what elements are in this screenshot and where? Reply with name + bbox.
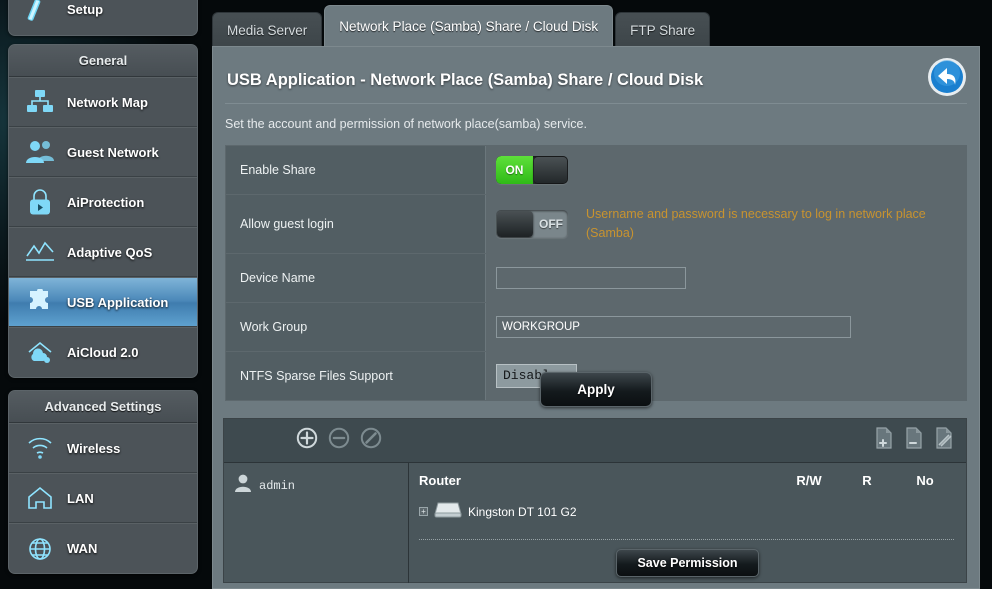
sidebar-block-advanced: Advanced Settings Wireless LAN WAN bbox=[8, 390, 198, 574]
sidebar-block-general: General Network Map Guest Network AiProt… bbox=[8, 44, 198, 378]
list-item[interactable]: admin bbox=[234, 473, 408, 498]
wand-icon bbox=[21, 0, 59, 27]
label-device-name: Device Name bbox=[226, 253, 486, 302]
file-add-icon[interactable] bbox=[874, 427, 894, 454]
sidebar-item-label: Adaptive QoS bbox=[67, 244, 153, 260]
apply-row: Apply bbox=[225, 372, 967, 407]
enable-share-toggle[interactable]: ON bbox=[496, 156, 568, 184]
form-row-work-group: Work Group bbox=[226, 302, 966, 352]
sidebar-item-lan[interactable]: LAN bbox=[9, 473, 197, 523]
column-header-r: R bbox=[862, 473, 872, 488]
sidebar-item-label: Network Map bbox=[67, 94, 148, 110]
app-root: Setup General Network Map Guest Network … bbox=[0, 0, 992, 589]
tab-media-server[interactable]: Media Server bbox=[212, 12, 323, 48]
sidebar-item-guest-network[interactable]: Guest Network bbox=[9, 127, 197, 177]
globe-icon bbox=[21, 532, 59, 566]
sidebar-header-general: General bbox=[9, 45, 197, 77]
expand-toggle[interactable]: + bbox=[419, 507, 428, 516]
page-subtitle: Set the account and permission of networ… bbox=[225, 117, 587, 131]
work-group-input[interactable] bbox=[496, 315, 851, 338]
pencil-circle-icon[interactable] bbox=[360, 427, 382, 454]
puzzle-piece-icon bbox=[21, 285, 59, 319]
form-row-allow-guest-login: Allow guest login OFF Username and passw… bbox=[226, 195, 966, 254]
user-avatar-icon bbox=[234, 473, 252, 498]
plus-circle-icon[interactable] bbox=[296, 427, 318, 454]
save-permission-row: Save Permission bbox=[409, 549, 966, 577]
sidebar-item-label: Wireless bbox=[67, 440, 121, 456]
tab-network-place-samba[interactable]: Network Place (Samba) Share / Cloud Disk bbox=[324, 5, 614, 48]
usb-disk-icon bbox=[434, 500, 462, 523]
form-row-enable-share: Enable Share ON bbox=[226, 146, 966, 195]
sidebar-item-aiprotection[interactable]: AiProtection bbox=[9, 177, 197, 227]
tab-bar: Media Server Network Place (Samba) Share… bbox=[212, 5, 712, 48]
page-title: USB Application - Network Place (Samba) … bbox=[227, 71, 704, 89]
wifi-icon bbox=[21, 431, 59, 465]
form-row-device-name: Device Name bbox=[226, 253, 966, 303]
guest-login-hint: Username and password is necessary to lo… bbox=[586, 207, 926, 240]
file-edit-icon[interactable] bbox=[934, 427, 954, 454]
sidebar: Setup General Network Map Guest Network … bbox=[0, 0, 210, 589]
sidebar-item-network-map[interactable]: Network Map bbox=[9, 77, 197, 127]
permission-panel: admin Router R/W R No + Kingston DT 101 … bbox=[223, 418, 967, 583]
sidebar-item-wan[interactable]: WAN bbox=[9, 523, 197, 573]
column-header-rw: R/W bbox=[796, 473, 822, 488]
title-divider bbox=[225, 103, 967, 104]
chart-qos-icon bbox=[21, 235, 59, 269]
sidebar-item-label: WAN bbox=[67, 541, 98, 556]
tab-ftp-share[interactable]: FTP Share bbox=[615, 12, 711, 48]
permission-toolbar bbox=[224, 419, 966, 463]
label-allow-guest-login: Allow guest login bbox=[226, 195, 486, 253]
sidebar-item-label: AiProtection bbox=[67, 194, 145, 210]
divider bbox=[419, 539, 954, 540]
sidebar-item-setup[interactable]: Setup bbox=[9, 0, 197, 35]
sidebar-block-setup: Setup bbox=[8, 0, 198, 36]
cloud-house-icon bbox=[21, 336, 59, 370]
minus-circle-icon[interactable] bbox=[328, 427, 350, 454]
label-work-group: Work Group bbox=[226, 302, 486, 351]
value-enable-share: ON bbox=[486, 146, 966, 194]
user-toolbar bbox=[296, 427, 382, 454]
toggle-knob bbox=[533, 157, 567, 183]
network-map-icon bbox=[21, 85, 59, 119]
guest-network-icon bbox=[21, 135, 59, 169]
user-name: admin bbox=[259, 478, 296, 493]
permission-table-header: Router R/W R No bbox=[419, 473, 954, 488]
sidebar-header-advanced: Advanced Settings bbox=[9, 391, 197, 423]
label-enable-share: Enable Share bbox=[226, 146, 486, 194]
save-permission-button[interactable]: Save Permission bbox=[616, 549, 759, 577]
toggle-knob bbox=[497, 210, 533, 237]
value-device-name bbox=[486, 253, 966, 302]
home-icon bbox=[21, 481, 59, 515]
value-allow-guest-login: OFF Username and password is necessary t… bbox=[486, 195, 966, 253]
sidebar-item-wireless[interactable]: Wireless bbox=[9, 423, 197, 473]
device-name-input[interactable] bbox=[496, 266, 686, 289]
user-list: admin bbox=[224, 463, 409, 583]
toggle-on-label: ON bbox=[496, 156, 533, 184]
allow-guest-login-toggle[interactable]: OFF bbox=[496, 209, 568, 238]
column-header-no: No bbox=[916, 473, 934, 488]
value-work-group bbox=[486, 302, 966, 351]
sidebar-item-label: Setup bbox=[67, 2, 104, 17]
file-permission-list: Router R/W R No + Kingston DT 101 G2 Sav… bbox=[409, 463, 966, 583]
table-row[interactable]: + Kingston DT 101 G2 bbox=[419, 500, 954, 523]
column-header-router: Router bbox=[419, 473, 461, 488]
sidebar-item-label: LAN bbox=[67, 490, 94, 506]
file-remove-icon[interactable] bbox=[904, 427, 924, 454]
sidebar-item-aicloud[interactable]: AiCloud 2.0 bbox=[9, 327, 197, 377]
sidebar-item-label: USB Application bbox=[67, 294, 169, 310]
sidebar-item-usb-application[interactable]: USB Application bbox=[9, 277, 197, 327]
disk-name: Kingston DT 101 G2 bbox=[468, 504, 577, 519]
folder-toolbar bbox=[874, 427, 954, 454]
apply-button[interactable]: Apply bbox=[540, 372, 652, 407]
settings-form: Enable Share ON Allow guest login OFF Us… bbox=[225, 145, 967, 401]
back-arrow-icon[interactable] bbox=[927, 57, 967, 97]
sidebar-item-label: Guest Network bbox=[67, 144, 159, 160]
sidebar-item-adaptive-qos[interactable]: Adaptive QoS bbox=[9, 227, 197, 277]
lock-shield-icon bbox=[21, 185, 59, 219]
main-panel: USB Application - Network Place (Samba) … bbox=[212, 46, 980, 589]
sidebar-item-label: AiCloud 2.0 bbox=[67, 345, 139, 360]
permission-body: admin Router R/W R No + Kingston DT 101 … bbox=[224, 463, 966, 583]
toggle-off-label: OFF bbox=[539, 216, 563, 231]
